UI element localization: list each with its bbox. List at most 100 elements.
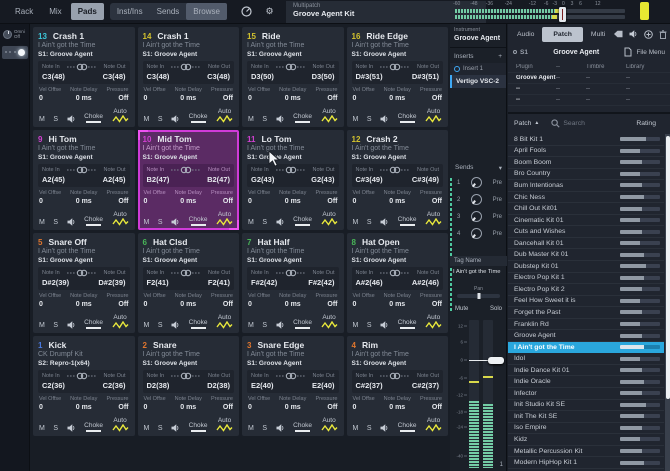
note-out-value[interactable]: A2(45) — [103, 175, 126, 184]
rating-bar[interactable] — [620, 461, 660, 465]
patch-list-item[interactable]: Dubstep Kit 01 — [508, 261, 664, 273]
filter-cell[interactable]: -- — [508, 86, 556, 92]
rating-bar[interactable] — [620, 160, 660, 164]
rating-bar[interactable] — [620, 437, 660, 441]
slot-power-icon[interactable] — [513, 50, 517, 54]
rating-bar[interactable] — [620, 172, 660, 176]
browser-tab-audio[interactable]: Audio — [512, 28, 539, 41]
vel-offset-value[interactable]: 0 — [248, 301, 278, 308]
choke-button[interactable]: Choke — [84, 216, 103, 226]
filter-cell[interactable]: -- — [626, 75, 662, 81]
pressure-value[interactable]: Off — [327, 198, 337, 205]
filter-cell[interactable]: -- — [586, 97, 626, 103]
choke-button[interactable]: Choke — [189, 319, 208, 329]
patch-list-item[interactable]: Electro Pop Kit 2 — [508, 284, 664, 296]
filter-row[interactable]: Groove Agent------ — [508, 73, 670, 84]
patch-list-item[interactable]: Cuts and Wishes — [508, 226, 664, 238]
choke-button[interactable]: Choke — [84, 113, 103, 123]
rating-bar[interactable] — [620, 334, 660, 338]
pan-thumb[interactable] — [477, 293, 480, 299]
link-icon[interactable] — [67, 269, 97, 277]
pressure-value[interactable]: Off — [327, 95, 337, 102]
drum-pad-crash-2[interactable]: 12Crash 2I Ain't got the TimeS1: Groove … — [347, 130, 449, 230]
send-slot-1[interactable]: 1Pre — [450, 174, 507, 191]
patch-list-item[interactable]: Bro Country — [508, 169, 664, 181]
pad-solo-button[interactable]: S — [262, 116, 267, 123]
insert-power-icon[interactable] — [454, 66, 460, 72]
rating-bar[interactable] — [620, 449, 660, 453]
note-out-value[interactable]: E2(40) — [312, 381, 335, 390]
bank-dot[interactable] — [14, 51, 16, 53]
patch-list-item[interactable]: Metallic Percussion Kit — [508, 446, 664, 458]
note-in-value[interactable]: F#2(42) — [251, 278, 277, 287]
send-pre-button[interactable]: Pre — [493, 197, 502, 203]
rating-bar[interactable] — [620, 357, 660, 361]
note-in-value[interactable]: C#3(49) — [356, 175, 383, 184]
chevron-down-icon[interactable]: ▾ — [499, 164, 502, 172]
mute-button[interactable]: Mute — [455, 306, 468, 312]
filter-header[interactable]: Library — [626, 64, 662, 70]
trash-icon[interactable] — [659, 30, 667, 39]
bank-dot[interactable] — [9, 51, 11, 53]
drum-pad-snare-off[interactable]: 5Snare OffI Ain't got the TimeS1: Groove… — [33, 233, 135, 333]
filter-cell[interactable]: -- — [626, 86, 662, 92]
patch-list-item[interactable]: Modern HipHop Kit 1 — [508, 457, 664, 469]
pressure-value[interactable]: Off — [327, 301, 337, 308]
pad-solo-button[interactable]: S — [53, 116, 58, 123]
rating-bar[interactable] — [620, 183, 660, 187]
speaker-icon[interactable] — [276, 424, 285, 432]
speaker-icon[interactable] — [276, 115, 285, 123]
speaker-icon[interactable] — [629, 30, 638, 38]
speaker-icon[interactable] — [380, 115, 389, 123]
choke-button[interactable]: Choke — [189, 422, 208, 432]
drum-pad-hat-half[interactable]: 7Hat HalfI Ain't got the TimeS1: Groove … — [242, 233, 344, 333]
pressure-value[interactable]: Off — [432, 404, 442, 411]
rating-bar[interactable] — [620, 391, 660, 395]
link-icon[interactable] — [171, 372, 201, 380]
auto-button[interactable]: Auto — [112, 211, 129, 226]
note-delay-value[interactable]: 0 ms — [76, 404, 92, 411]
filter-cell[interactable]: Groove Agent — [508, 75, 556, 81]
auto-button[interactable]: Auto — [321, 108, 338, 123]
drum-pad-kick[interactable]: 1KickCK Drumpf KitS2: Repro-1(x64)Note I… — [33, 336, 135, 436]
link-icon[interactable] — [380, 63, 410, 71]
vel-offset-value[interactable]: 0 — [353, 198, 383, 205]
note-out-value[interactable]: A#2(46) — [412, 278, 439, 287]
note-out-value[interactable]: C#3(49) — [412, 175, 439, 184]
rating-bar[interactable] — [620, 253, 660, 257]
pad-mute-button[interactable]: M — [144, 219, 150, 226]
drum-pad-ride-edge[interactable]: 16Ride EdgeI Ain't got the TimeS1: Groov… — [347, 27, 449, 127]
clip-indicator[interactable] — [640, 2, 649, 20]
choke-button[interactable]: Choke — [189, 113, 208, 123]
patch-list-item[interactable]: Boom Boom — [508, 157, 664, 169]
drum-pad-ride[interactable]: 15RideI Ain't got the TimeS1: Groove Age… — [242, 27, 344, 127]
tab-instins[interactable]: Inst/Ins — [110, 3, 150, 20]
rating-bar[interactable] — [620, 426, 660, 430]
pad-solo-button[interactable]: S — [367, 425, 372, 432]
send-pre-button[interactable]: Pre — [493, 214, 502, 220]
patch-list-item[interactable]: Feel How Sweet it is — [508, 296, 664, 308]
gear-icon[interactable]: ⚙ — [264, 6, 275, 17]
speaker-icon[interactable] — [67, 424, 76, 432]
link-icon[interactable] — [276, 372, 306, 380]
pressure-value[interactable]: Off — [432, 301, 442, 308]
choke-button[interactable]: Choke — [293, 113, 312, 123]
note-out-value[interactable]: F#2(42) — [308, 278, 334, 287]
pad-solo-button[interactable]: S — [262, 219, 267, 226]
choke-button[interactable]: Choke — [398, 216, 417, 226]
auto-button[interactable]: Auto — [112, 417, 129, 432]
speaker-icon[interactable] — [171, 218, 180, 226]
pad-solo-button[interactable]: S — [367, 322, 372, 329]
note-delay-value[interactable]: 0 ms — [285, 95, 301, 102]
note-out-value[interactable]: F2(41) — [208, 278, 230, 287]
search-box[interactable]: Search — [551, 119, 585, 128]
pad-solo-button[interactable]: S — [262, 322, 267, 329]
pressure-value[interactable]: Off — [223, 404, 233, 411]
omni-knob-icon[interactable] — [3, 30, 12, 39]
speaker-icon[interactable] — [380, 218, 389, 226]
patch-list-item[interactable]: Bum Intentionas — [508, 180, 664, 192]
tag-name-value[interactable]: I Ain't got the Time — [450, 266, 507, 278]
drum-pad-hat-open[interactable]: 8Hat OpenI Ain't got the TimeS1: Groove … — [347, 233, 449, 333]
auto-button[interactable]: Auto — [216, 314, 233, 329]
note-in-value[interactable]: A#2(46) — [356, 278, 383, 287]
